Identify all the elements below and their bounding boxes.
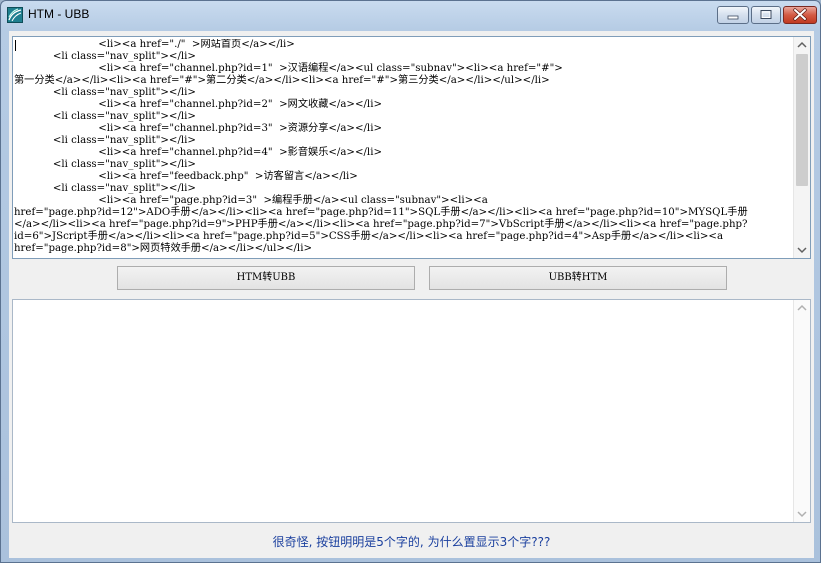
ubb-to-htm-button[interactable]: UBB转HTM: [429, 266, 727, 290]
status-label: 很奇怪, 按钮明明是5个字的, 为什么置显示3个字???: [272, 535, 551, 549]
close-button[interactable]: [783, 6, 817, 24]
code-line: <li class="nav_split"></li>: [14, 111, 196, 122]
code-line: <li><a href="feedback.php" >访客留言</a></li…: [14, 171, 358, 182]
scroll-thumb[interactable]: [796, 54, 808, 186]
minimize-icon: [727, 15, 739, 20]
window-title: HTM - UBB: [28, 7, 90, 21]
html-source-text: <li><a href="./" >网站首页</a></li> <li clas…: [14, 39, 792, 257]
scroll-up-arrow-icon[interactable]: [794, 300, 810, 316]
title-bar[interactable]: HTM - UBB: [1, 1, 820, 29]
code-line: <li class="nav_split"></li>: [14, 87, 196, 98]
code-line: <li><a href="channel.php?id=1" >汉语编程</a>…: [14, 63, 563, 74]
html-source-editor[interactable]: <li><a href="./" >网站首页</a></li> <li clas…: [12, 36, 811, 259]
code-line: id=6">JScript手册</a></li><li><a href="pag…: [14, 231, 724, 242]
app-logo-icon: [7, 7, 23, 23]
code-line: <li><a href="page.php?id=3" >编程手册</a><ul…: [14, 195, 488, 206]
top-editor-scrollbar[interactable]: [793, 37, 810, 258]
ubb-output-editor[interactable]: [12, 299, 811, 523]
code-line: <li><a href="./" >网站首页</a></li>: [14, 39, 295, 50]
close-icon: [793, 8, 807, 21]
code-line: </a></li><li><a href="page.php?id=9">PHP…: [14, 219, 748, 230]
scroll-up-arrow-icon[interactable]: [794, 37, 810, 53]
code-line: <li class="nav_split"></li>: [14, 51, 196, 62]
code-line: <li><a href="channel.php?id=3" >资源分享</a>…: [14, 123, 382, 134]
app-window: HTM - UBB <li><a href="./" >网站首页</a></li…: [0, 0, 821, 563]
code-line: 第一分类</a></li><li><a href="#">第二分类</a></l…: [14, 75, 550, 86]
code-line: <li><a href="channel.php?id=2" >网文收藏</a>…: [14, 99, 382, 110]
htm-to-ubb-button[interactable]: HTM转UBB: [117, 266, 415, 290]
scroll-down-arrow-icon[interactable]: [794, 506, 810, 522]
maximize-button[interactable]: [751, 6, 781, 24]
client-area: <li><a href="./" >网站首页</a></li> <li clas…: [9, 31, 814, 558]
code-line: <li class="nav_split"></li>: [14, 183, 196, 194]
code-line: href="page.php?id=8">网页特效手册</a></li></ul…: [14, 243, 312, 254]
code-line: <li class="nav_split"></li>: [14, 159, 196, 170]
bottom-editor-scrollbar[interactable]: [793, 300, 810, 522]
code-line: href="page.php?id=12">ADO手册</a></li><li>…: [14, 207, 748, 218]
minimize-button[interactable]: [717, 6, 749, 24]
scroll-down-arrow-icon[interactable]: [794, 242, 810, 258]
code-line: <li><a href="channel.php?id=4" >影音娱乐</a>…: [14, 147, 382, 158]
code-line: <li class="nav_split"></li>: [14, 135, 196, 146]
maximize-icon: [760, 10, 772, 19]
